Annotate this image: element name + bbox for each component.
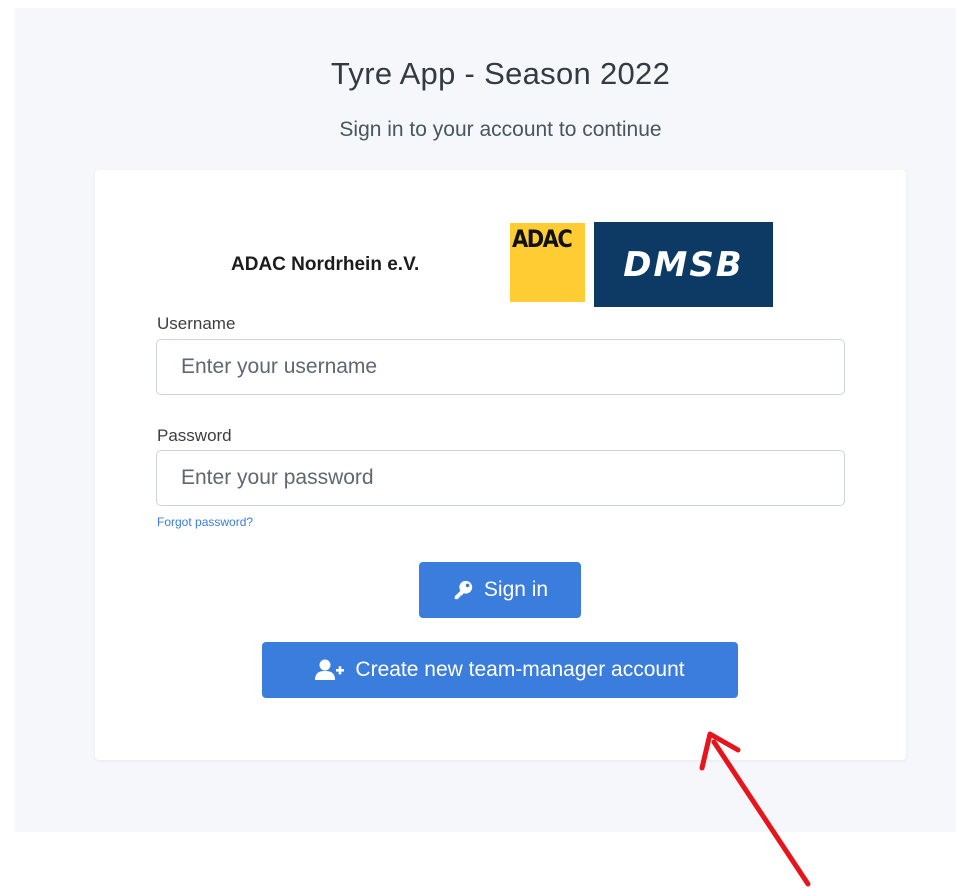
sign-in-button[interactable]: Sign in [419, 562, 581, 618]
key-icon [454, 580, 473, 600]
username-label: Username [157, 314, 236, 333]
forgot-password-link[interactable]: Forgot password? [157, 515, 253, 529]
logo-row: ADAC Nordrhein e.V. ADAC DMSB [95, 170, 906, 310]
page-title: Tyre App - Season 2022 [330, 56, 671, 91]
adac-logo-text: ADAC [512, 225, 573, 253]
password-label: Password [157, 426, 232, 445]
page-subtitle: Sign in to your account to continue [339, 118, 662, 141]
create-account-button[interactable]: Create new team-manager account [262, 642, 738, 698]
user-plus-icon [315, 659, 345, 680]
username-input[interactable] [156, 339, 845, 395]
dmsb-logo: DMSB [594, 222, 773, 307]
adac-logo: ADAC [510, 223, 585, 302]
password-input[interactable] [156, 450, 845, 506]
organization-name: ADAC Nordrhein e.V. [231, 254, 420, 275]
sign-in-label: Sign in [483, 578, 549, 601]
dmsb-logo-text: DMSB [623, 244, 744, 285]
create-account-label: Create new team-manager account [355, 658, 685, 681]
login-card: ADAC Nordrhein e.V. ADAC DMSB Username P… [95, 170, 906, 760]
red-arrow-annotation [699, 731, 811, 887]
